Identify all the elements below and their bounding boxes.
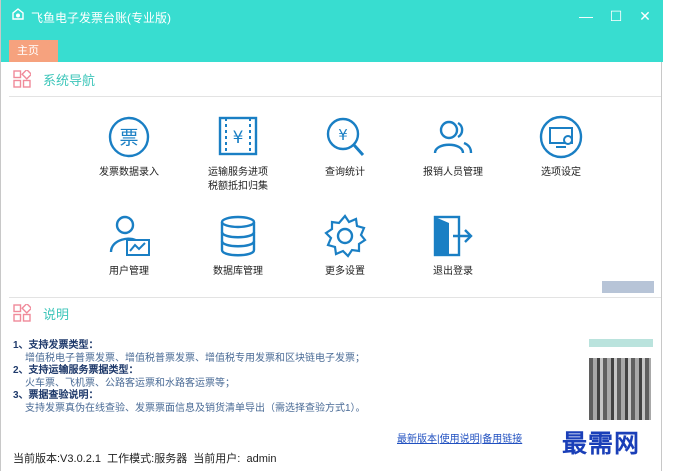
footer-links: 最新版本|使用说明|备用链接 (397, 430, 522, 445)
nav-search-stats[interactable]: ¥ 查询统计 (295, 115, 395, 180)
app-logo-icon (12, 8, 24, 20)
user-management-icon (109, 215, 150, 256)
description-text: 1、支持发票类型： 增值税电子普票发票、增值税普票发票、增值税专用发票和区块链电… (13, 340, 583, 416)
grid-section-icon (13, 70, 31, 88)
window-title: 飞鱼电子发票台账(专业版) (31, 11, 171, 25)
desc-body: 火车票、飞机票、公路客运票和水路客运票等； (25, 377, 235, 389)
gear-icon (324, 214, 367, 258)
title-bar: 飞鱼电子发票台账(专业版) — ☐ ✕ 主页 (1, 0, 663, 62)
tab-home[interactable]: 主页 (9, 40, 58, 62)
backup-link[interactable]: 备用链接 (482, 434, 522, 445)
nav-label-logout: 退出登录 (433, 266, 473, 277)
nav-more-settings[interactable]: 更多设置 (295, 214, 395, 279)
desc-heading: 2、支持运输服务票据类型： (13, 365, 139, 377)
app-window: 飞鱼电子发票台账(专业版) — ☐ ✕ 主页 系统导航 票 发票数据录入 ¥ 运… (0, 0, 663, 471)
maximize-button[interactable]: ☐ (606, 6, 626, 26)
nav-label-settings: 选项设定 (541, 167, 581, 178)
desc-body: 支持发票真伪在线查验、发票票面信息及销货清单导出（需选择查验方式1）。 (25, 402, 366, 414)
status-bar: 当前版本:V3.0.2.1 工作模式:服务器 当前用户: admin (13, 453, 277, 465)
staff-management-icon (433, 120, 473, 154)
nav-label-staff-management: 报销人员管理 (423, 167, 483, 178)
svg-text:票: 票 (119, 127, 138, 149)
qr-caption-blurred (589, 339, 653, 347)
logout-icon (433, 215, 473, 257)
svg-text:¥: ¥ (338, 126, 348, 144)
minimize-button[interactable]: — (576, 6, 596, 26)
nav-label-transport-tax: 运输服务进项 税额抵扣归集 (208, 167, 268, 192)
invoice-entry-icon: 票 (108, 116, 150, 158)
settings-screen-icon (539, 115, 583, 159)
latest-version-link[interactable]: 最新版本 (397, 434, 437, 445)
watermark-text: 最需网 (562, 429, 641, 458)
info-section-header: 说明 (9, 298, 661, 328)
search-stats-icon: ¥ (326, 117, 365, 157)
info-section-title: 说明 (43, 307, 70, 322)
nav-panel: 票 发票数据录入 ¥ 运输服务进项 税额抵扣归集 ¥ 查询统计 报销人员管理 选… (9, 96, 661, 298)
nav-label-user-management: 用户管理 (109, 266, 149, 277)
nav-transport-tax[interactable]: ¥ 运输服务进项 税额抵扣归集 (188, 115, 288, 194)
nav-section-header: 系统导航 (9, 64, 661, 94)
nav-user-management[interactable]: 用户管理 (79, 214, 179, 279)
nav-label-search-stats: 查询统计 (325, 167, 365, 178)
nav-staff-management[interactable]: 报销人员管理 (403, 115, 503, 180)
desc-body: 增值税电子普票发票、增值税普票发票、增值税专用发票和区块链电子发票； (25, 352, 365, 364)
desc-heading: 1、支持发票类型： (13, 340, 99, 351)
nav-database[interactable]: 数据库管理 (188, 214, 288, 279)
nav-invoice-entry[interactable]: 票 发票数据录入 (79, 115, 179, 180)
nav-logout[interactable]: 退出登录 (403, 214, 503, 279)
blurred-badge (602, 281, 654, 293)
nav-settings[interactable]: 选项设定 (511, 115, 611, 180)
svg-text:¥: ¥ (233, 128, 244, 148)
help-link[interactable]: 使用说明 (440, 434, 480, 445)
qr-code-image (589, 358, 651, 420)
grid-section-icon (13, 304, 31, 322)
close-button[interactable]: ✕ (635, 6, 655, 26)
nav-label-invoice-entry: 发票数据录入 (99, 167, 159, 178)
database-icon (220, 215, 256, 257)
desc-heading: 3、票据查验说明： (13, 390, 99, 402)
nav-label-database: 数据库管理 (213, 266, 263, 277)
nav-label-more-settings: 更多设置 (325, 266, 365, 277)
nav-section-title: 系统导航 (43, 73, 96, 88)
transport-tax-icon: ¥ (218, 116, 258, 156)
